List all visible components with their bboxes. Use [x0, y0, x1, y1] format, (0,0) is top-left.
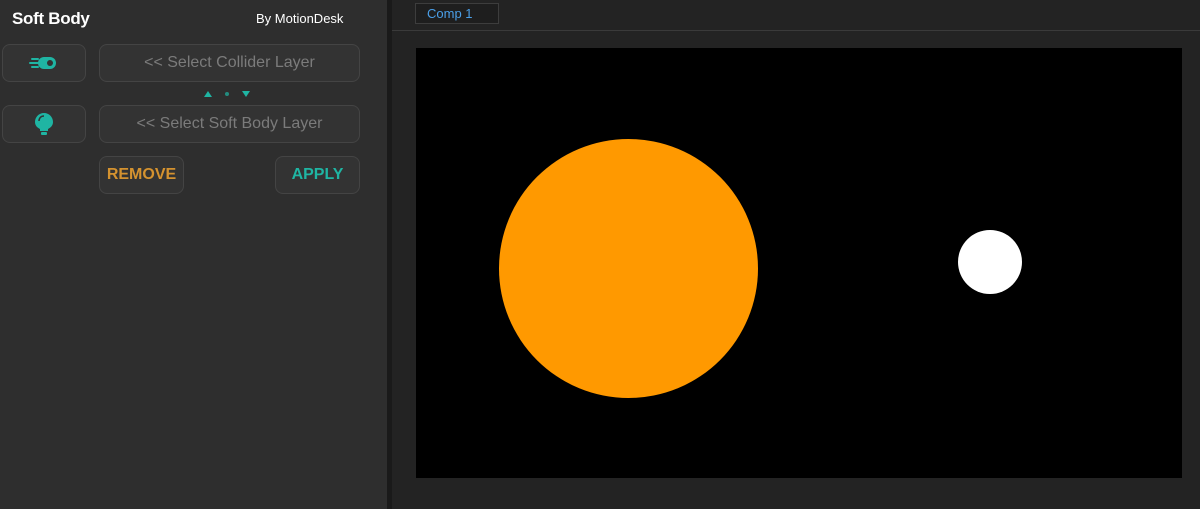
panel-title: Soft Body: [12, 9, 90, 28]
composition-canvas[interactable]: [416, 48, 1182, 478]
arrow-up-icon: [204, 91, 212, 97]
select-softbody-layer-button[interactable]: << Select Soft Body Layer: [99, 105, 360, 143]
composition-tab-bar: Comp 1: [392, 0, 1200, 31]
remove-button[interactable]: REMOVE: [99, 156, 184, 194]
collider-icon-button[interactable]: [2, 44, 86, 82]
orange-ball-layer[interactable]: [499, 139, 758, 398]
collider-icon: [29, 57, 56, 69]
composition-viewer: Comp 1: [392, 0, 1200, 509]
panel-author: By MotionDesk: [256, 11, 344, 26]
select-collider-layer-button[interactable]: << Select Collider Layer: [99, 44, 360, 82]
app-window: Soft Body By MotionDesk << Select Collid…: [0, 0, 1200, 509]
arrow-down-icon: [242, 91, 250, 97]
softbody-icon: [35, 113, 53, 135]
soft-body-panel: Soft Body By MotionDesk << Select Collid…: [0, 0, 387, 509]
apply-button[interactable]: APPLY: [275, 156, 360, 194]
tab-comp-1[interactable]: Comp 1: [415, 3, 499, 24]
dot-icon: [225, 92, 229, 96]
softbody-icon-button[interactable]: [2, 105, 86, 143]
white-ball-layer[interactable]: [958, 230, 1022, 294]
swap-layers-control[interactable]: [204, 88, 250, 100]
